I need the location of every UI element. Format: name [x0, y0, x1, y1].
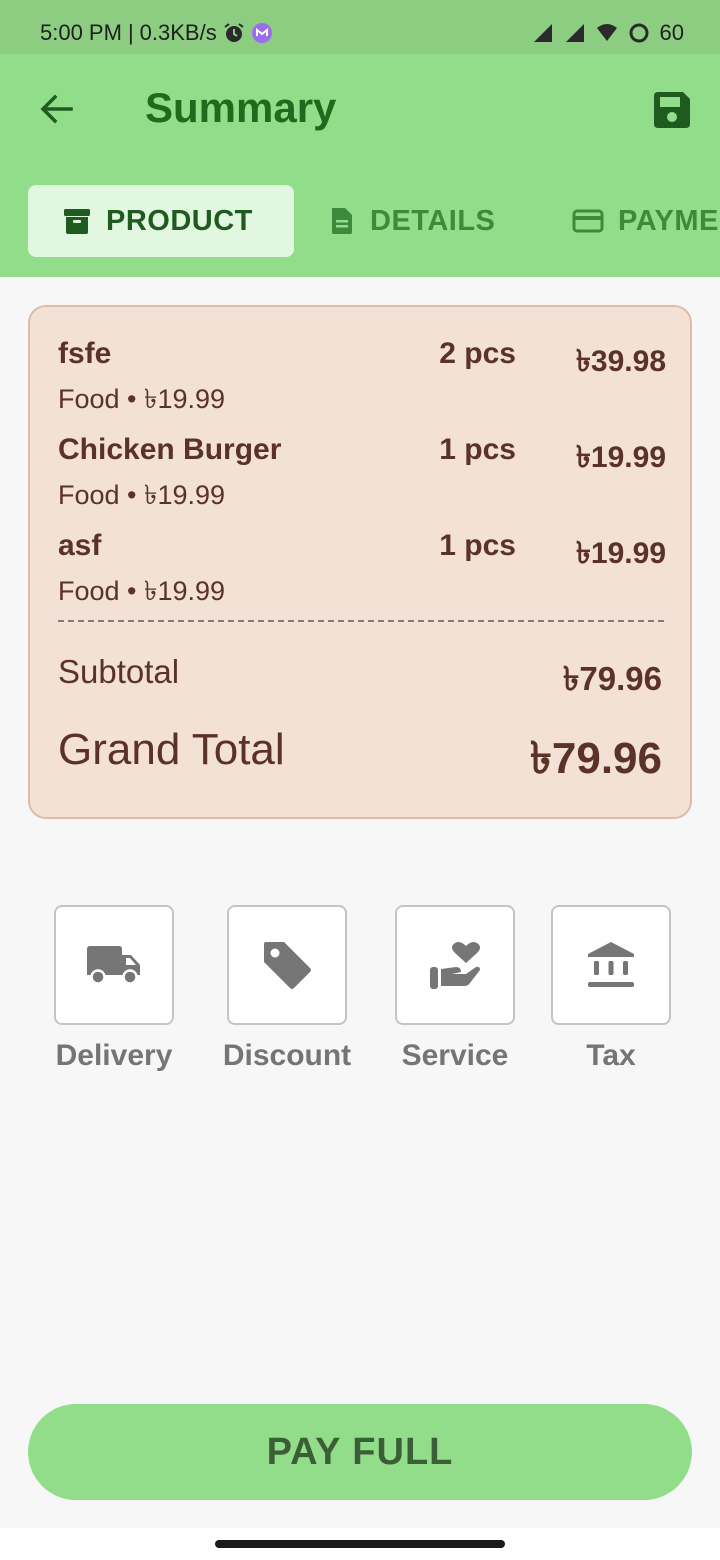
status-bar: 5:00 PM | 0.3KB/s 60 — [0, 0, 720, 54]
status-right: 60 — [532, 20, 684, 46]
option-tax: Tax — [541, 905, 681, 1073]
line-item: Chicken Burger Food • ৳19.99 1 pcs ৳19.9… — [58, 433, 666, 523]
item-price: ৳19.99 — [575, 441, 666, 474]
save-button[interactable] — [650, 88, 694, 132]
item-price: ৳39.98 — [575, 345, 666, 378]
tab-product-label: PRODUCT — [106, 204, 253, 237]
app-notification-icon — [251, 23, 272, 43]
pay-full-button[interactable]: PAY FULL — [28, 1404, 692, 1500]
line-item: asf Food • ৳19.99 1 pcs ৳19.99 — [58, 529, 666, 619]
subtotal-value: ৳79.96 — [562, 660, 662, 697]
tab-payment[interactable]: PAYMENT — [572, 185, 720, 257]
tab-details-label: DETAILS — [370, 204, 496, 237]
status-time: 5:00 PM — [40, 20, 122, 45]
tab-product[interactable]: PRODUCT — [28, 185, 294, 257]
tab-payment-label: PAYMENT — [618, 204, 720, 237]
tab-bar: PRODUCT DETAILS PAYMENT — [0, 184, 720, 258]
alarm-icon — [224, 23, 244, 42]
item-quantity: 1 pcs — [439, 529, 516, 562]
tax-button[interactable] — [551, 905, 671, 1025]
item-name: Chicken Burger — [58, 433, 282, 466]
truck-icon — [87, 946, 140, 985]
discount-label: Discount — [222, 1039, 352, 1072]
dashed-divider — [58, 620, 664, 622]
grand-total-label: Grand Total — [58, 725, 285, 774]
hand-heart-icon — [430, 942, 480, 989]
status-speed: 0.3KB/s — [139, 20, 217, 45]
line-item: fsfe Food • ৳19.99 2 pcs ৳39.98 — [58, 337, 666, 427]
credit-card-icon — [572, 209, 604, 233]
item-name: fsfe — [58, 337, 112, 370]
delivery-button[interactable] — [54, 905, 174, 1025]
document-icon — [332, 208, 352, 234]
item-meta: Food • ৳19.99 — [58, 384, 226, 414]
battery-ring-icon — [629, 23, 649, 43]
tag-icon — [264, 942, 311, 989]
battery-level: 60 — [659, 20, 684, 45]
service-label: Service — [401, 1039, 509, 1072]
status-separator: | — [127, 20, 134, 45]
option-delivery: Delivery — [44, 905, 184, 1073]
item-meta: Food • ৳19.99 — [58, 480, 226, 510]
archive-box-icon — [64, 209, 90, 234]
option-discount: Discount — [217, 905, 357, 1073]
tax-label: Tax — [586, 1039, 636, 1072]
subtotal-label: Subtotal — [58, 653, 180, 690]
item-name: asf — [58, 529, 102, 562]
bank-icon — [588, 942, 634, 987]
signal-icon — [533, 24, 552, 42]
arrow-left-icon — [40, 94, 73, 124]
app-bar: Summary PRODUCT DETAILS PAYME — [0, 54, 720, 277]
item-price: ৳19.99 — [575, 537, 666, 570]
back-button[interactable] — [34, 86, 80, 132]
floppy-disk-icon — [654, 92, 690, 128]
discount-button[interactable] — [227, 905, 347, 1025]
delivery-label: Delivery — [55, 1039, 173, 1072]
signal-icon-2 — [565, 24, 584, 42]
status-left: 5:00 PM | 0.3KB/s — [40, 20, 273, 46]
wifi-icon — [596, 24, 617, 41]
home-indicator[interactable] — [215, 1540, 505, 1548]
service-button[interactable] — [395, 905, 515, 1025]
grand-total-value: ৳79.96 — [529, 734, 662, 783]
page-title: Summary — [145, 84, 337, 131]
order-summary-card: fsfe Food • ৳19.99 2 pcs ৳39.98 Chicken … — [28, 305, 692, 819]
item-quantity: 1 pcs — [439, 433, 516, 466]
item-quantity: 2 pcs — [439, 337, 516, 370]
tab-details[interactable]: DETAILS — [328, 185, 495, 257]
option-service: Service — [385, 905, 525, 1073]
item-meta: Food • ৳19.99 — [58, 576, 226, 606]
